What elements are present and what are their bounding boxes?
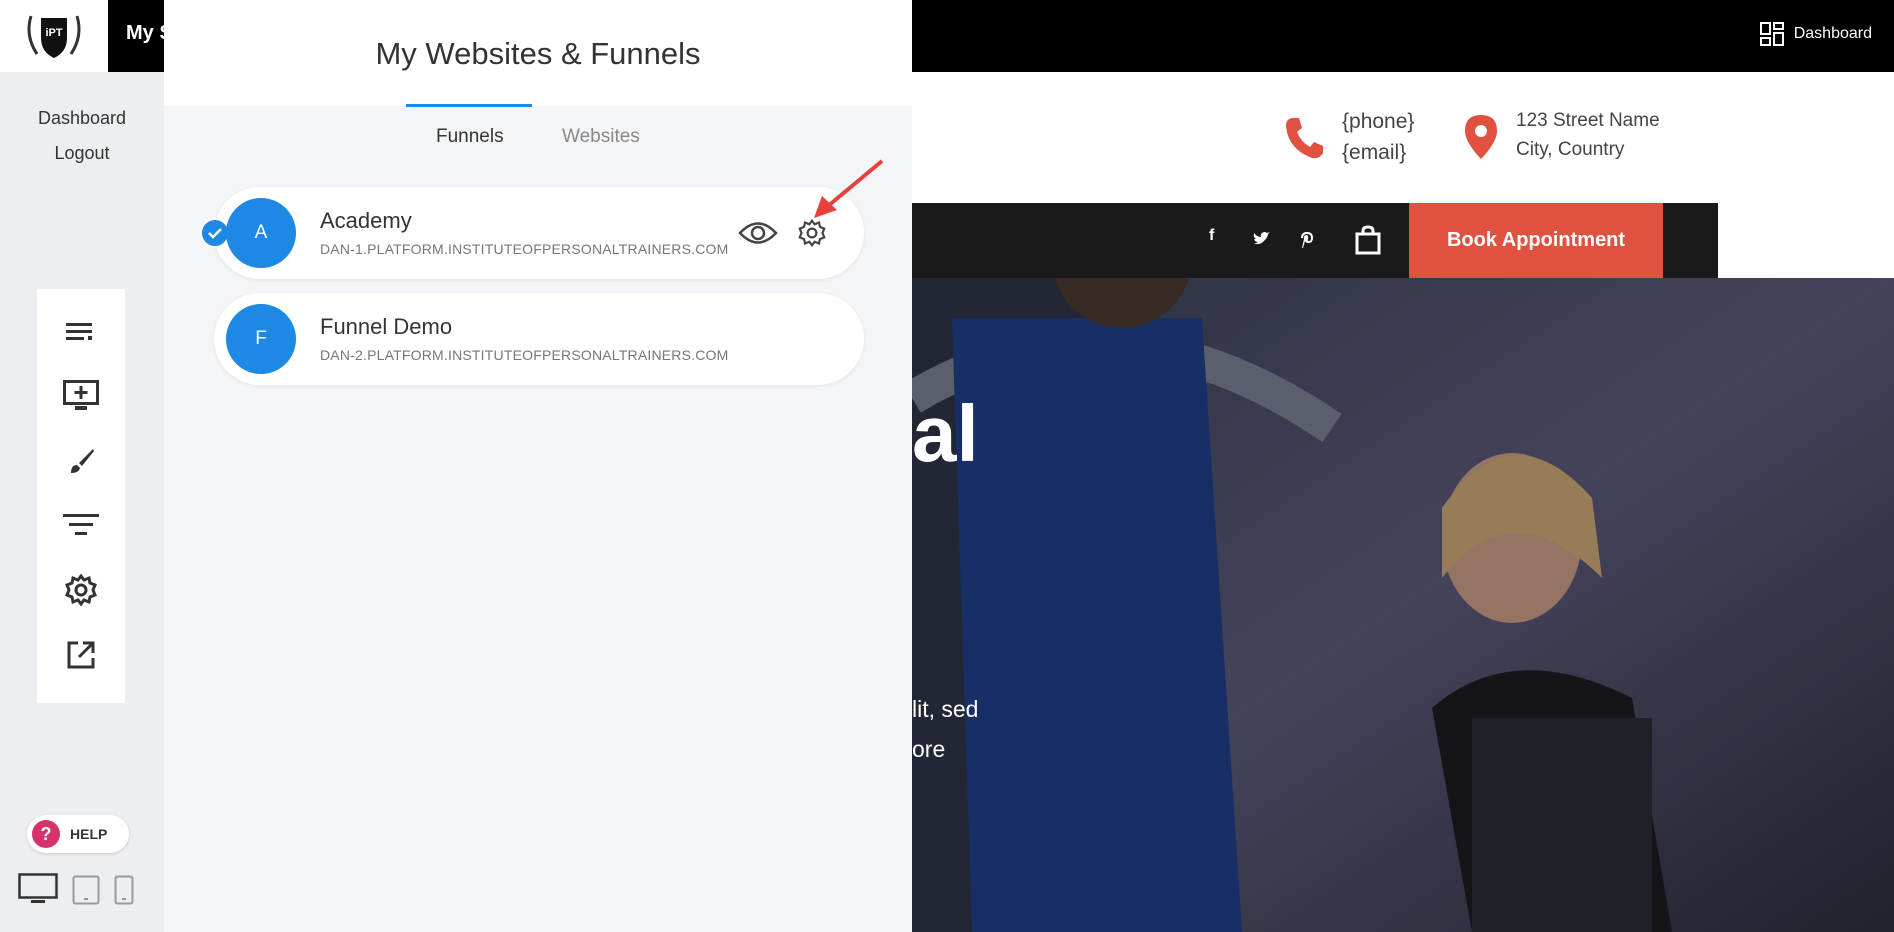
help-icon: ? (32, 820, 60, 848)
funnel-url: DAN-1.PLATFORM.INSTITUTEOFPERSONALTRAINE… (320, 241, 729, 257)
shopping-bag-icon[interactable] (1355, 225, 1381, 255)
active-tab-indicator (406, 104, 532, 107)
tablet-icon[interactable] (72, 875, 100, 905)
websites-funnels-panel: My Websites & Funnels Funnels Websites A… (164, 0, 912, 932)
location-pin-icon (1465, 115, 1497, 159)
desktop-icon[interactable] (18, 873, 58, 905)
contact-address: 123 Street Name City, Country (1464, 106, 1660, 164)
site-navbar: f Book Appointment (912, 203, 1718, 278)
brand-logo[interactable]: iPT (0, 0, 108, 72)
avatar: F (226, 304, 296, 374)
settings-icon[interactable] (61, 570, 101, 610)
external-link-icon[interactable] (61, 635, 101, 675)
facebook-icon[interactable]: f (1209, 227, 1214, 245)
help-button[interactable]: ? HELP (27, 815, 129, 853)
dashboard-label: Dashboard (1793, 25, 1872, 42)
funnel-url: DAN-2.PLATFORM.INSTITUTEOFPERSONALTRAINE… (320, 347, 729, 363)
hero-body-fragment-1: lit, sed (912, 696, 979, 722)
contact-phone-email: {phone} {email} (1284, 106, 1414, 168)
sidebar-link-logout[interactable]: Logout (0, 143, 164, 164)
pinterest-icon[interactable] (1300, 231, 1314, 249)
funnel-name: Academy (320, 208, 412, 233)
sidebar-link-dashboard[interactable]: Dashboard (0, 108, 164, 129)
filter-icon[interactable] (61, 505, 101, 545)
avatar: A (226, 198, 296, 268)
help-label: HELP (70, 826, 108, 842)
list-icon[interactable] (61, 311, 101, 351)
tab-funnels[interactable]: Funnels (436, 126, 504, 148)
annotation-arrow-icon (814, 159, 884, 218)
panel-header: My Websites & Funnels (164, 0, 912, 107)
funnel-card-academy[interactable]: A Academy DAN-1.PLATFORM.INSTITUTEOFPERS… (200, 187, 864, 279)
laurel-shield-icon: iPT (27, 15, 81, 58)
phone-text: {phone} (1342, 110, 1415, 133)
phone-icon (1286, 118, 1323, 159)
address-line-1: 123 Street Name (1516, 110, 1660, 131)
gym-photo (912, 278, 1894, 932)
panel-title: My Websites & Funnels (375, 36, 701, 71)
hero-body-fragment-2: ore (912, 736, 946, 762)
preview-eye-icon[interactable] (738, 215, 778, 251)
dashboard-button[interactable]: Dashboard (1759, 22, 1872, 46)
brush-icon[interactable] (61, 441, 101, 481)
twitter-icon[interactable] (1252, 231, 1270, 247)
funnel-card-funnel-demo[interactable]: F Funnel Demo DAN-2.PLATFORM.INSTITUTEOF… (214, 293, 864, 385)
add-section-icon[interactable] (61, 376, 101, 416)
device-switcher (18, 873, 134, 905)
svg-text:iPT: iPT (45, 27, 62, 39)
editor-toolbar (37, 289, 125, 703)
email-text: {email} (1342, 141, 1407, 164)
book-appointment-button[interactable]: Book Appointment (1409, 203, 1663, 278)
tab-websites[interactable]: Websites (562, 126, 640, 148)
funnel-name: Funnel Demo (320, 314, 453, 339)
dashboard-icon (1759, 22, 1784, 46)
address-line-2: City, Country (1516, 139, 1625, 160)
hero-image: al lit, sed ore (912, 278, 1894, 932)
mobile-icon[interactable] (114, 875, 134, 905)
website-preview: {phone} {email} 123 Street Name City, Co… (912, 72, 1894, 932)
hero-heading-fragment: al (912, 389, 979, 478)
